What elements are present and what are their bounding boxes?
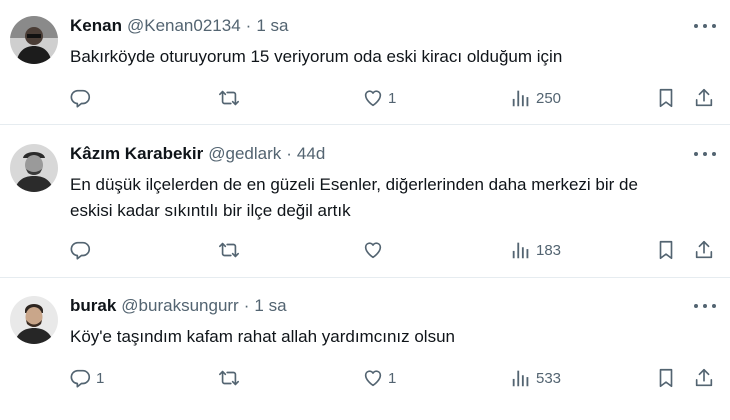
retweet-button[interactable] — [218, 85, 240, 111]
views-button[interactable]: 533 — [510, 365, 561, 391]
bookmark-icon — [655, 367, 677, 389]
share-button[interactable] — [693, 85, 715, 111]
share-button[interactable] — [693, 365, 715, 391]
views-icon — [510, 87, 532, 109]
tweet-text: Köy'e taşındım kafam rahat allah yardımc… — [70, 324, 710, 350]
reply-button[interactable] — [70, 85, 96, 111]
reply-count: 1 — [96, 369, 105, 387]
timestamp[interactable]: 44d — [297, 144, 325, 164]
bookmark-icon — [655, 87, 677, 109]
divider — [0, 124, 730, 125]
action-bar: 183 — [70, 237, 720, 263]
share-icon — [693, 87, 715, 109]
retweet-button[interactable] — [218, 237, 240, 263]
action-bar: 1 250 — [70, 85, 720, 111]
views-icon — [510, 367, 532, 389]
view-count: 183 — [536, 241, 562, 259]
separator: · — [245, 16, 252, 35]
reply-button[interactable]: 1 — [70, 365, 104, 391]
tweet[interactable]: Kenan @Kenan02134 · 1 sa Bakırköyde otur… — [0, 14, 730, 124]
tweet-text: Bakırköyde oturuyorum 15 veriyorum oda e… — [70, 44, 710, 70]
like-count: 1 — [388, 89, 397, 107]
tweet[interactable]: burak @buraksungurr · 1 sa Köy'e taşındı… — [0, 294, 730, 414]
tweet-text-line: eskisi kadar sıkıntılı bir ilçe değil ar… — [70, 201, 351, 220]
more-icon[interactable] — [694, 144, 716, 164]
author-name[interactable]: burak — [70, 296, 116, 316]
tweet-text-line: Köy'e taşındım kafam rahat allah yardımc… — [70, 327, 455, 346]
timestamp[interactable]: 1 sa — [256, 16, 288, 36]
divider — [0, 277, 730, 278]
separator: · — [286, 144, 292, 163]
like-button[interactable]: 1 — [362, 365, 396, 391]
views-button[interactable]: 183 — [510, 237, 561, 263]
bookmark-button[interactable] — [655, 85, 677, 111]
retweet-icon — [218, 239, 240, 261]
views-button[interactable]: 250 — [510, 85, 561, 111]
retweet-button[interactable] — [218, 365, 240, 391]
more-icon[interactable] — [694, 296, 716, 316]
heart-icon — [362, 367, 384, 389]
view-count: 250 — [536, 89, 562, 107]
tweet[interactable]: Kâzım Karabekir @gedlark · 44d En düşük … — [0, 142, 730, 272]
reply-icon — [70, 367, 92, 389]
retweet-icon — [218, 367, 240, 389]
share-icon — [693, 367, 715, 389]
avatar[interactable] — [10, 296, 58, 344]
reply-button[interactable] — [70, 237, 96, 263]
author-name[interactable]: Kenan — [70, 16, 122, 36]
author-handle[interactable]: @buraksungurr — [121, 296, 238, 316]
share-icon — [693, 239, 715, 261]
action-bar: 1 1 533 — [70, 365, 720, 391]
tweet-header: Kenan @Kenan02134 · 1 sa — [70, 14, 288, 38]
reply-feed: Kenan @Kenan02134 · 1 sa Bakırköyde otur… — [0, 0, 730, 420]
heart-icon — [362, 87, 384, 109]
tweet-text: En düşük ilçelerden de en güzeli Esenler… — [70, 172, 710, 224]
reply-icon — [70, 239, 92, 261]
like-count: 1 — [388, 369, 397, 387]
tweet-text-line: Bakırköyde oturuyorum 15 veriyorum oda e… — [70, 47, 563, 66]
tweet-text-line: En düşük ilçelerden de en güzeli Esenler… — [70, 175, 638, 194]
reply-icon — [70, 87, 92, 109]
author-handle[interactable]: @gedlark — [208, 144, 281, 164]
more-icon[interactable] — [694, 16, 716, 36]
retweet-icon — [218, 87, 240, 109]
author-handle[interactable]: @Kenan02134 — [127, 16, 241, 36]
like-button[interactable]: 1 — [362, 85, 396, 111]
view-count: 533 — [536, 369, 562, 387]
like-button[interactable] — [362, 237, 388, 263]
author-name[interactable]: Kâzım Karabekir — [70, 144, 203, 164]
heart-icon — [362, 239, 384, 261]
avatar[interactable] — [10, 16, 58, 64]
bookmark-button[interactable] — [655, 365, 677, 391]
timestamp[interactable]: 1 sa — [254, 296, 286, 316]
views-icon — [510, 239, 532, 261]
separator: · — [243, 296, 250, 315]
share-button[interactable] — [693, 237, 715, 263]
avatar[interactable] — [10, 144, 58, 192]
bookmark-button[interactable] — [655, 237, 677, 263]
tweet-header: burak @buraksungurr · 1 sa — [70, 294, 287, 318]
tweet-header: Kâzım Karabekir @gedlark · 44d — [70, 142, 325, 166]
bookmark-icon — [655, 239, 677, 261]
